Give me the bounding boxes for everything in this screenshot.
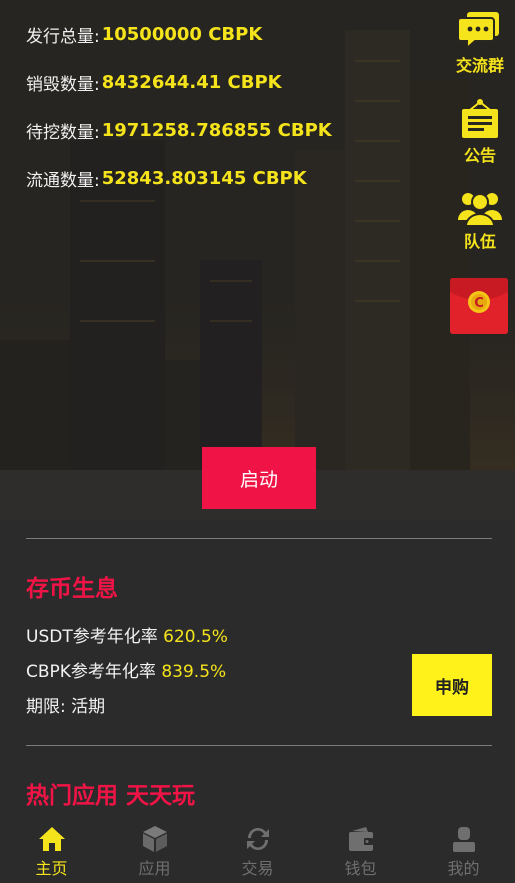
tab-trade[interactable]: 交易	[206, 818, 309, 883]
chat-group-label: 交流群	[455, 56, 504, 75]
chat-group-button[interactable]: 交流群	[452, 10, 508, 76]
refresh-icon	[246, 828, 269, 850]
stat-circulating: 流通数量: 52843.803145 CBPK	[26, 154, 332, 202]
red-packet-icon: C	[450, 278, 508, 334]
cube-icon	[142, 826, 167, 852]
stat-to-mine: 待挖数量: 1971258.786855 CBPK	[26, 106, 332, 154]
tab-label: 钱包	[344, 859, 377, 878]
svg-text:C: C	[474, 296, 484, 311]
stat-label: 待挖数量:	[26, 122, 100, 143]
notice-board-icon	[462, 99, 498, 138]
subscribe-button[interactable]: 申购	[412, 654, 492, 716]
stat-label: 销毁数量:	[26, 74, 100, 95]
term-label: 期限:	[26, 697, 66, 717]
divider	[26, 745, 492, 746]
usdt-rate-line: USDT参考年化率 620.5%	[26, 622, 228, 647]
savings-section-title: 存币生息	[26, 576, 118, 602]
stat-burned: 销毁数量: 8432644.41 CBPK	[26, 58, 332, 106]
stat-value: 8432644.41 CBPK	[101, 71, 282, 93]
stat-label: 流通数量:	[26, 170, 100, 191]
term-value: 活期	[71, 697, 106, 717]
start-button[interactable]: 启动	[202, 447, 316, 509]
cbpk-rate-label: CBPK参考年化率	[26, 662, 156, 682]
user-icon	[452, 827, 475, 852]
usdt-rate-label: USDT参考年化率	[26, 627, 158, 647]
stat-issued: 发行总量: 10500000 CBPK	[26, 10, 332, 58]
home-icon	[38, 827, 65, 851]
stat-value: 1971258.786855 CBPK	[101, 119, 332, 141]
tab-mine[interactable]: 我的	[412, 818, 515, 883]
team-label: 队伍	[463, 232, 496, 251]
hero-banner: 发行总量: 10500000 CBPK 销毁数量: 8432644.41 CBP…	[0, 0, 515, 520]
usdt-rate-value: 620.5%	[163, 627, 228, 647]
bottom-tab-bar: 主页 应用 交易 钱包 我的	[0, 818, 515, 883]
tab-label: 主页	[35, 859, 68, 878]
red-packet-button[interactable]: C	[450, 278, 508, 334]
cbpk-rate-value: 839.5%	[161, 662, 227, 682]
tab-wallet[interactable]: 钱包	[309, 818, 412, 883]
stat-label: 发行总量:	[26, 26, 100, 47]
notice-button[interactable]: 公告	[452, 98, 508, 166]
team-button[interactable]: 队伍	[452, 188, 508, 252]
term-line: 期限: 活期	[26, 692, 105, 717]
tab-apps[interactable]: 应用	[103, 818, 206, 883]
tab-label: 应用	[138, 859, 171, 878]
stat-value: 52843.803145 CBPK	[101, 167, 307, 189]
wallet-icon	[348, 827, 373, 851]
stat-value: 10500000 CBPK	[101, 23, 263, 45]
hot-apps-section-title: 热门应用 天天玩	[26, 783, 196, 809]
cbpk-rate-line: CBPK参考年化率 839.5%	[26, 657, 226, 682]
tab-home[interactable]: 主页	[0, 818, 103, 883]
team-people-icon	[458, 193, 502, 226]
token-stats: 发行总量: 10500000 CBPK 销毁数量: 8432644.41 CBP…	[26, 10, 332, 202]
divider	[26, 538, 492, 539]
tab-label: 交易	[241, 859, 274, 878]
chat-bubble-icon	[459, 12, 499, 50]
tab-label: 我的	[447, 859, 480, 878]
notice-label: 公告	[463, 146, 496, 165]
